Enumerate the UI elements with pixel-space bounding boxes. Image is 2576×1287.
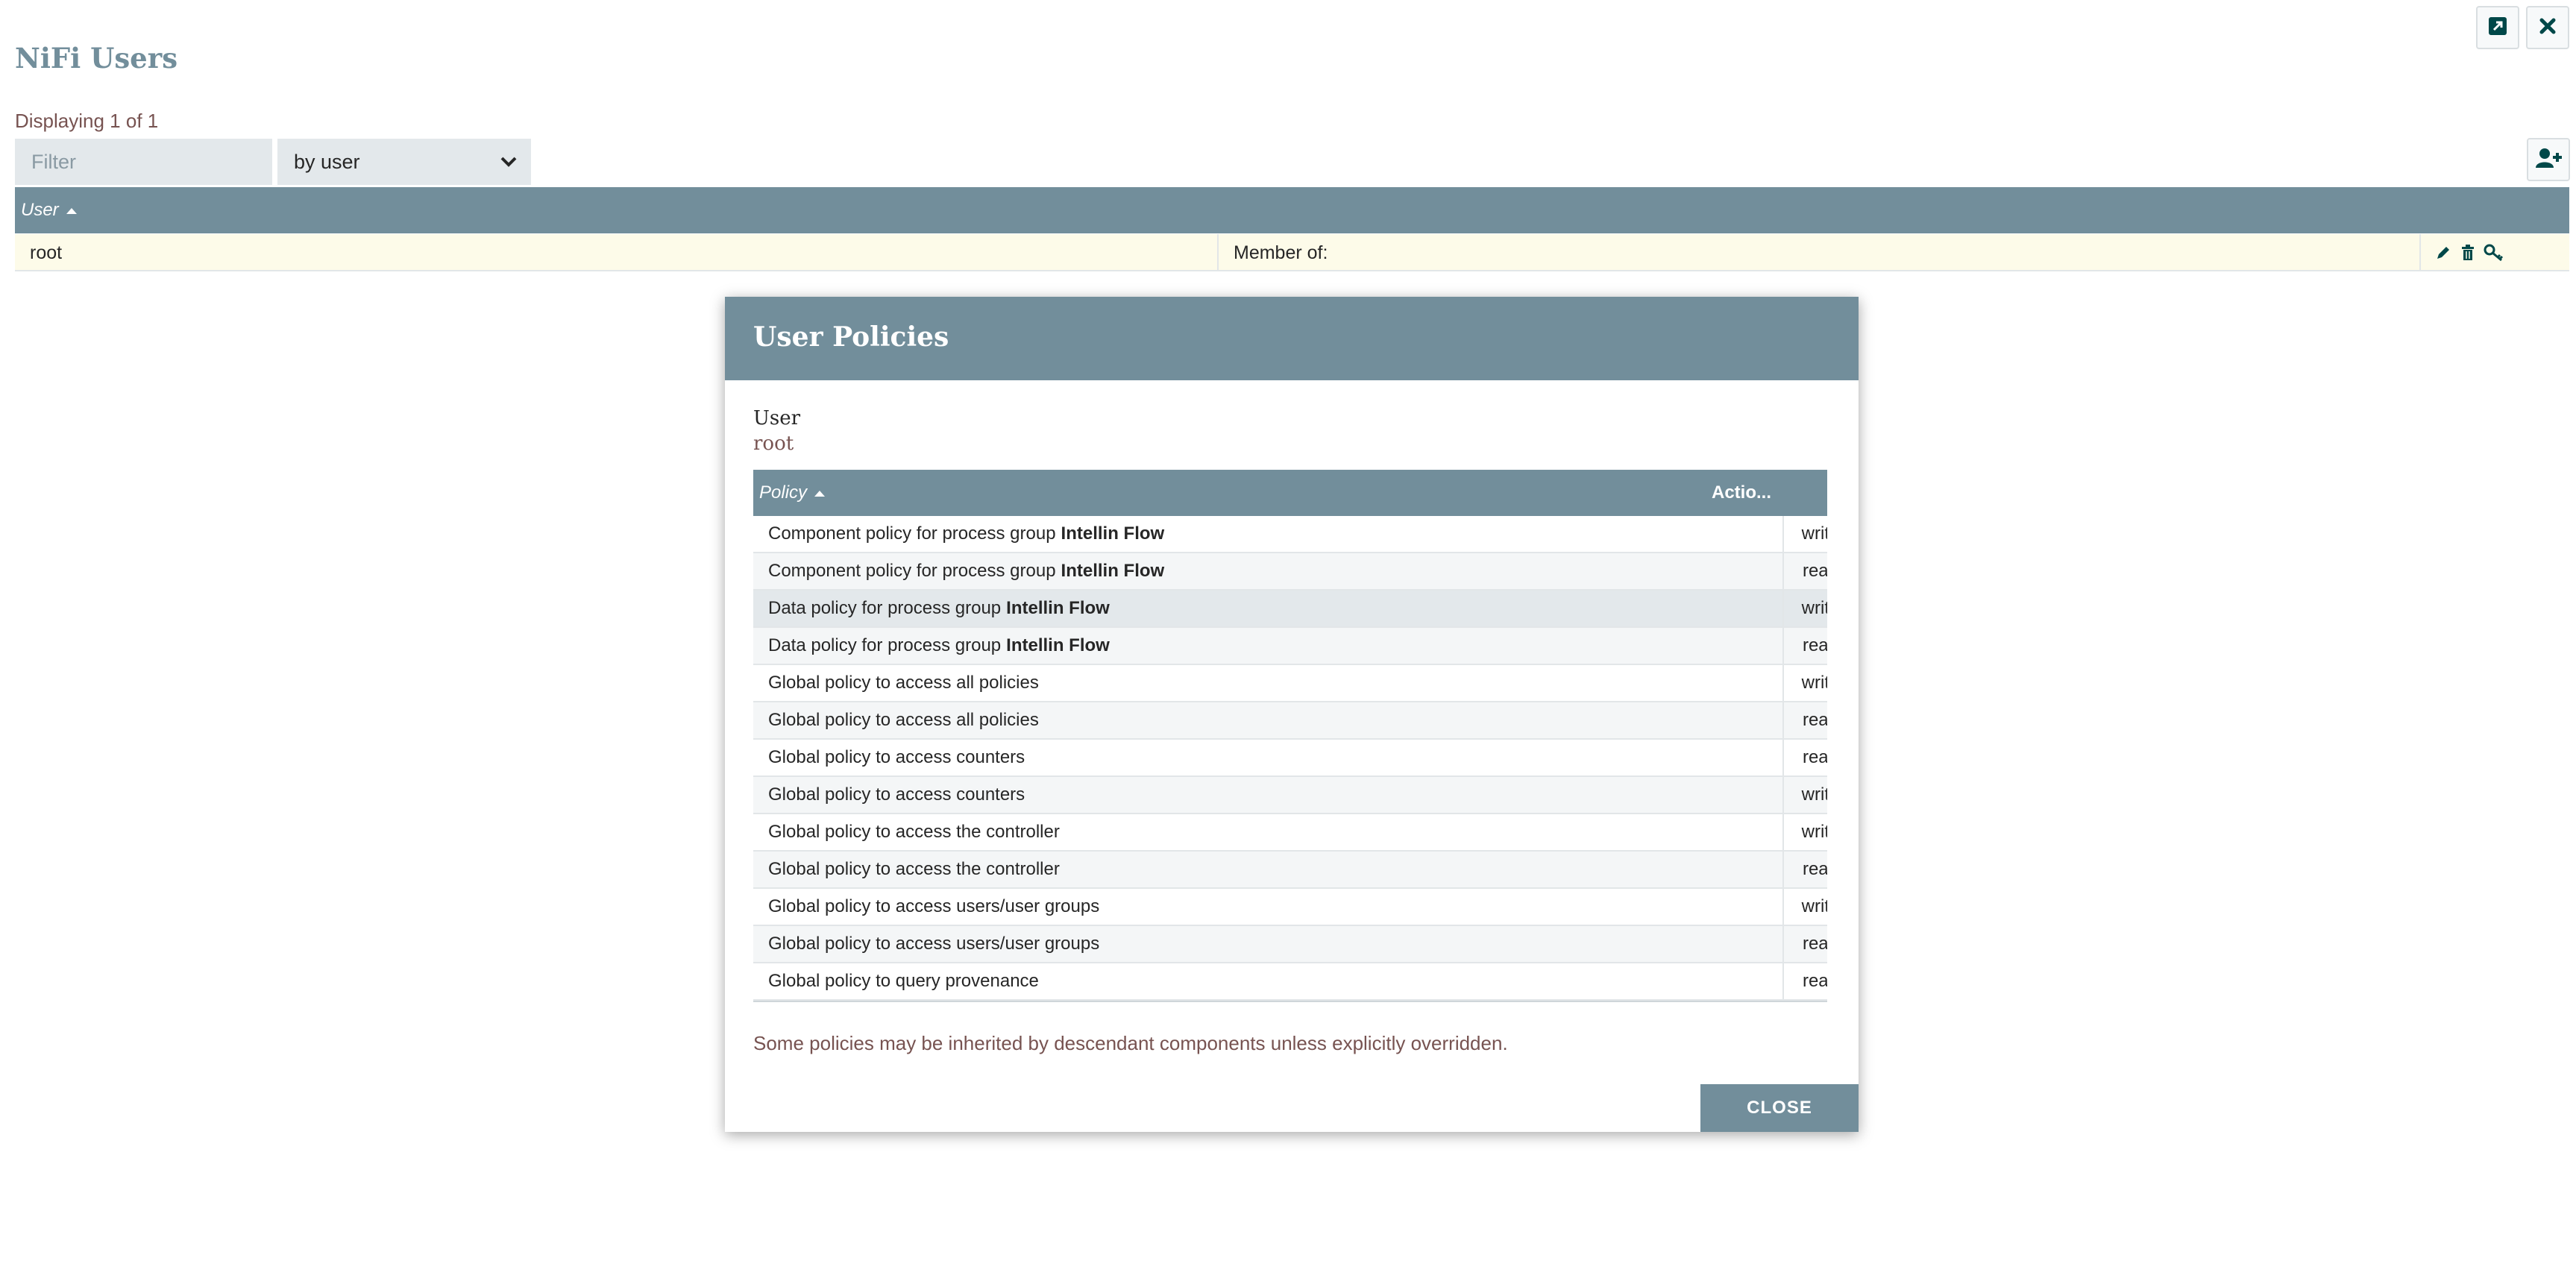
- policy-description: Global policy to access counters: [768, 777, 1025, 813]
- policy-description: Global policy to query provenance: [768, 963, 1039, 999]
- column-divider: [2419, 234, 2421, 271]
- table-row[interactable]: Component policy for process group Intell…: [753, 516, 1827, 553]
- policy-action: read: [1802, 561, 1827, 581]
- chevron-down-icon: [498, 151, 519, 177]
- table-row[interactable]: Data policy for process group Intellin Fl…: [753, 591, 1827, 628]
- policy-description: Data policy for process group Intellin Fl…: [768, 591, 1110, 626]
- policy-description: Component policy for process group Intell…: [768, 553, 1164, 589]
- table-row[interactable]: Global policy to access all policies read: [753, 702, 1827, 740]
- table-row[interactable]: Global policy to access counters read: [753, 740, 1827, 777]
- page-title: NiFi Users: [15, 42, 178, 75]
- displaying-count: Displaying 1 of 1: [15, 110, 159, 132]
- policy-action: write: [1801, 598, 1827, 618]
- row-actions: [2434, 234, 2512, 271]
- policy-action: write: [1801, 523, 1827, 544]
- policy-text: Global policy to access users/user group…: [768, 934, 1100, 954]
- table-row[interactable]: Component policy for process group Intell…: [753, 553, 1827, 591]
- table-row[interactable]: Global policy to access users/user group…: [753, 889, 1827, 926]
- table-row[interactable]: Global policy to access all policies writ…: [753, 665, 1827, 702]
- policy-description: Global policy to access users/user group…: [768, 926, 1099, 962]
- policy-text: Global policy to access all policies: [768, 710, 1039, 730]
- policy-component-name: Intellin Flow: [1061, 561, 1165, 581]
- policy-text: Component policy for process group: [768, 561, 1056, 581]
- policy-text: Data policy for process group: [768, 598, 1002, 618]
- filter-mode-select[interactable]: by user: [277, 139, 531, 185]
- table-row[interactable]: root Member of:: [15, 234, 2569, 271]
- policy-text: Global policy to query provenance: [768, 971, 1039, 991]
- add-user-button[interactable]: [2527, 138, 2570, 181]
- policy-action: read: [1802, 934, 1827, 954]
- user-name-cell: root: [30, 242, 63, 263]
- table-row[interactable]: Global policy to query provenance read: [753, 963, 1827, 1001]
- policy-text: Global policy to access counters: [768, 747, 1025, 767]
- table-row[interactable]: Global policy to access the controller wr…: [753, 814, 1827, 852]
- dialog-header: User Policies: [725, 297, 1859, 380]
- filter-mode-value: by user: [294, 150, 360, 173]
- policy-text: Component policy for process group: [768, 523, 1056, 544]
- filter-input[interactable]: [15, 139, 272, 185]
- policy-description: Global policy to access the controller: [768, 814, 1060, 850]
- external-link-icon: [2487, 15, 2509, 41]
- policy-action: write: [1801, 784, 1827, 805]
- policy-text: Global policy to access counters: [768, 784, 1025, 805]
- policy-text: Global policy to access the controller: [768, 822, 1060, 842]
- sort-ascending-icon: [814, 490, 826, 497]
- delete-icon[interactable]: [2460, 244, 2476, 262]
- inheritance-note: Some policies may be inherited by descen…: [753, 1032, 1508, 1054]
- policy-description: Component policy for process group Intell…: [768, 516, 1164, 552]
- member-of-cell: Member of:: [1234, 242, 1328, 263]
- dialog-title: User Policies: [753, 321, 949, 353]
- policy-text: Global policy to access the controller: [768, 859, 1060, 879]
- policy-action: read: [1802, 710, 1827, 730]
- policy-component-name: Intellin Flow: [1006, 635, 1110, 655]
- policy-action: read: [1802, 747, 1827, 767]
- table-row[interactable]: Global policy to access counters write: [753, 777, 1827, 814]
- policy-text: Data policy for process group: [768, 635, 1002, 655]
- policy-text: Global policy to access all policies: [768, 673, 1039, 693]
- user-policies-dialog: User Policies User root Policy Actio... …: [725, 297, 1859, 1132]
- policy-text: Global policy to access users/user group…: [768, 896, 1100, 916]
- close-icon: [2538, 16, 2557, 40]
- policy-action: read: [1802, 635, 1827, 655]
- policy-action: read: [1802, 859, 1827, 879]
- users-table-header: User: [15, 187, 2569, 233]
- column-header-policy[interactable]: Policy: [759, 482, 826, 503]
- policy-description: Global policy to access all policies: [768, 702, 1039, 738]
- column-header-action[interactable]: Actio...: [1712, 482, 1771, 503]
- edit-icon[interactable]: [2434, 244, 2452, 262]
- table-row[interactable]: Global policy to access the controller re…: [753, 852, 1827, 889]
- sort-ascending-icon: [66, 207, 77, 214]
- close-button[interactable]: CLOSE: [1700, 1084, 1859, 1132]
- policy-action: read: [1802, 971, 1827, 991]
- policies-table-body[interactable]: Component policy for process group Intell…: [753, 516, 1827, 1002]
- policy-component-name: Intellin Flow: [1061, 523, 1165, 544]
- key-icon[interactable]: [2484, 244, 2504, 262]
- user-label: User: [753, 407, 801, 429]
- policy-action: write: [1801, 896, 1827, 916]
- policies-table-header: Policy Actio...: [753, 470, 1827, 516]
- policy-description: Global policy to access counters: [768, 740, 1025, 775]
- close-window-button[interactable]: [2526, 6, 2569, 49]
- table-row[interactable]: Data policy for process group Intellin Fl…: [753, 628, 1827, 665]
- add-user-icon: [2534, 147, 2563, 173]
- table-row[interactable]: Global policy to access users/user group…: [753, 926, 1827, 963]
- policy-action: write: [1801, 822, 1827, 842]
- user-value: root: [753, 432, 794, 455]
- policy-description: Global policy to access users/user group…: [768, 889, 1099, 925]
- policy-action: write: [1801, 673, 1827, 693]
- policy-description: Global policy to access the controller: [768, 852, 1060, 887]
- popout-button[interactable]: [2476, 6, 2519, 49]
- policy-component-name: Intellin Flow: [1006, 598, 1110, 618]
- policy-description: Data policy for process group Intellin Fl…: [768, 628, 1110, 664]
- policy-description: Global policy to access all policies: [768, 665, 1039, 701]
- column-header-user[interactable]: User: [21, 200, 77, 221]
- column-divider: [1217, 234, 1219, 271]
